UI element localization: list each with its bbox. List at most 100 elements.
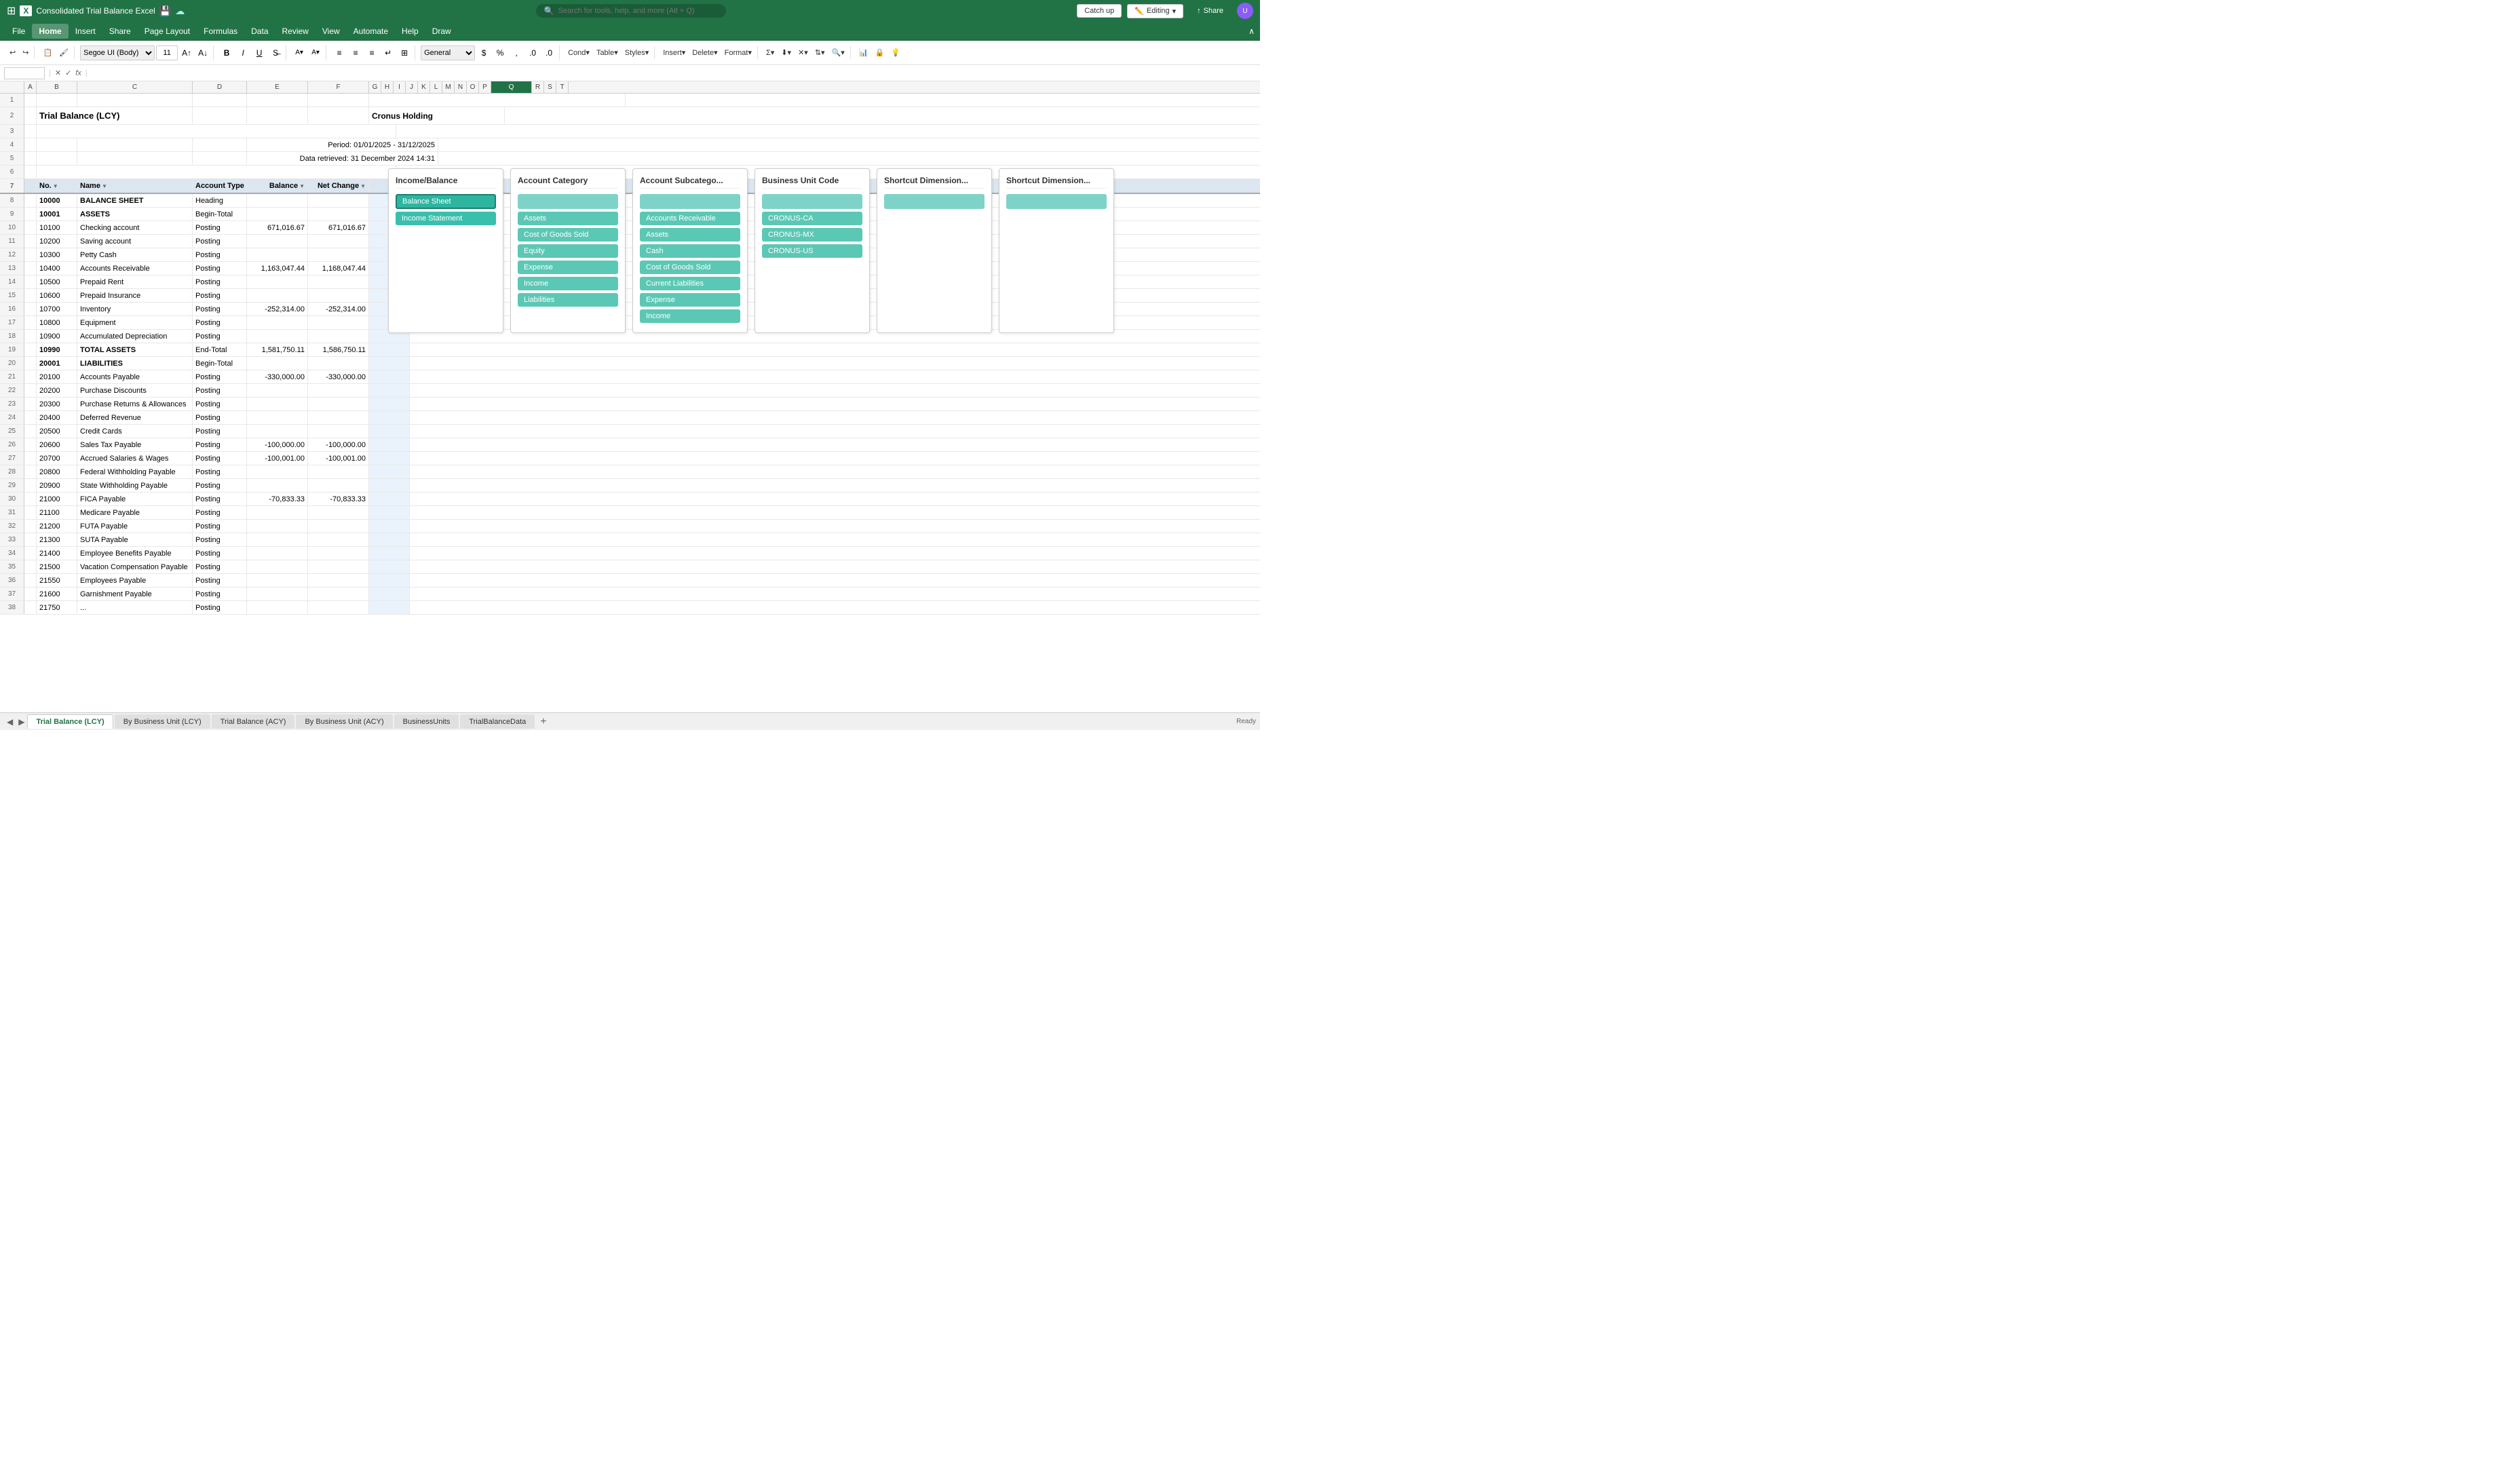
cell-a10[interactable] xyxy=(24,221,37,234)
filter-tag-3-1[interactable]: CRONUS-CA xyxy=(762,212,862,225)
cell-netchange-34[interactable] xyxy=(308,547,369,560)
filter-tag-1-5[interactable]: Income xyxy=(518,277,618,290)
cell-netchange-17[interactable] xyxy=(308,316,369,329)
cell-netchange-15[interactable] xyxy=(308,289,369,302)
number-format-selector[interactable]: General xyxy=(421,45,475,60)
col-header-r[interactable]: R xyxy=(532,81,544,93)
filter-tag-2-3[interactable]: Cash xyxy=(640,244,740,258)
cell-balance-24[interactable] xyxy=(247,411,308,424)
col-header-l[interactable]: L xyxy=(430,81,442,93)
cell-type-29[interactable]: Posting xyxy=(193,479,247,492)
cell-no-34[interactable]: 21400 xyxy=(37,547,77,560)
cell-a23[interactable] xyxy=(24,398,37,410)
tab-nav-left[interactable]: ◀ xyxy=(4,717,16,727)
cell-netchange-25[interactable] xyxy=(308,425,369,438)
cell-balance-34[interactable] xyxy=(247,547,308,560)
cell-balance-22[interactable] xyxy=(247,384,308,397)
percent-button[interactable]: % xyxy=(493,45,508,60)
filter-tag-2-7[interactable]: Income xyxy=(640,309,740,323)
align-center-button[interactable]: ≡ xyxy=(348,45,363,60)
cell-a37[interactable] xyxy=(24,588,37,600)
merge-button[interactable]: ⊞ xyxy=(397,45,412,60)
cell-a15[interactable] xyxy=(24,289,37,302)
cell-a34[interactable] xyxy=(24,547,37,560)
col-header-o[interactable]: O xyxy=(467,81,479,93)
filter-arrow-balance[interactable]: ▼ xyxy=(299,183,305,189)
col-header-m[interactable]: M xyxy=(442,81,455,93)
cell-name-16[interactable]: Inventory xyxy=(77,303,193,315)
cell-type-23[interactable]: Posting xyxy=(193,398,247,410)
cell-balance-10[interactable]: 671,016.67 xyxy=(247,221,308,234)
col-header-n[interactable]: N xyxy=(455,81,467,93)
editing-button[interactable]: ✏️ Editing ▾ xyxy=(1127,4,1183,18)
catchup-button[interactable]: Catch up xyxy=(1077,4,1122,18)
cell-q-34[interactable] xyxy=(369,547,410,560)
ideas-button[interactable]: 💡 xyxy=(888,46,903,59)
cell-netchange-11[interactable] xyxy=(308,235,369,248)
conditional-format-button[interactable]: Cond▾ xyxy=(565,46,592,59)
cell-no-36[interactable]: 21550 xyxy=(37,574,77,587)
cell-no-9[interactable]: 10001 xyxy=(37,208,77,220)
cell-netchange-19[interactable]: 1,586,750.11 xyxy=(308,343,369,356)
cell-no-13[interactable]: 10400 xyxy=(37,262,77,275)
cell-balance-12[interactable] xyxy=(247,248,308,261)
strikethrough-button[interactable]: S̶ xyxy=(268,45,283,60)
cell-q-21[interactable] xyxy=(369,370,410,383)
cell-q-36[interactable] xyxy=(369,574,410,587)
filter-tag-empty-4-0[interactable] xyxy=(884,194,985,209)
cell-q-27[interactable] xyxy=(369,452,410,465)
filter-tag-empty-3-0[interactable] xyxy=(762,194,862,209)
cell-a9[interactable] xyxy=(24,208,37,220)
cell-no-23[interactable]: 20300 xyxy=(37,398,77,410)
filter-tag-1-4[interactable]: Expense xyxy=(518,261,618,274)
cell-type-16[interactable]: Posting xyxy=(193,303,247,315)
cell-a35[interactable] xyxy=(24,560,37,573)
cancel-icon[interactable]: ✕ xyxy=(55,69,61,77)
cell-type-20[interactable]: Begin-Total xyxy=(193,357,247,370)
cell-name-21[interactable]: Accounts Payable xyxy=(77,370,193,383)
filter-tag-2-5[interactable]: Current Liabilities xyxy=(640,277,740,290)
sort-filter-button[interactable]: ⇅▾ xyxy=(812,46,828,59)
sheet-tab-1[interactable]: By Business Unit (LCY) xyxy=(115,714,210,729)
col-type-header[interactable]: Account Type ▼ xyxy=(193,179,247,193)
align-right-button[interactable]: ≡ xyxy=(364,45,379,60)
menu-file[interactable]: File xyxy=(5,24,32,39)
cell-no-11[interactable]: 10200 xyxy=(37,235,77,248)
filter-arrow-no[interactable]: ▼ xyxy=(53,183,58,189)
cell-type-15[interactable]: Posting xyxy=(193,289,247,302)
cell-balance-8[interactable] xyxy=(247,194,308,207)
cell-balance-13[interactable]: 1,163,047.44 xyxy=(247,262,308,275)
cell-a28[interactable] xyxy=(24,465,37,478)
currency-button[interactable]: $ xyxy=(476,45,491,60)
cell-d2[interactable] xyxy=(193,107,247,124)
menu-review[interactable]: Review xyxy=(275,24,316,39)
cell-q-33[interactable] xyxy=(369,533,410,546)
col-header-p[interactable]: P xyxy=(479,81,491,93)
cell-netchange-33[interactable] xyxy=(308,533,369,546)
cell-netchange-36[interactable] xyxy=(308,574,369,587)
cell-a8[interactable] xyxy=(24,194,37,207)
font-size-input[interactable] xyxy=(156,45,178,60)
format-cells-button[interactable]: Format▾ xyxy=(722,46,755,59)
cell-no-8[interactable]: 10000 xyxy=(37,194,77,207)
col-no-header[interactable]: No. ▼ xyxy=(37,179,77,193)
cell-d1[interactable] xyxy=(193,94,247,107)
menu-automate[interactable]: Automate xyxy=(347,24,395,39)
menu-help[interactable]: Help xyxy=(395,24,425,39)
filter-arrow-name[interactable]: ▼ xyxy=(102,183,107,189)
cell-name-15[interactable]: Prepaid Insurance xyxy=(77,289,193,302)
decrease-decimal-button[interactable]: .0 xyxy=(541,45,556,60)
cell-name-33[interactable]: SUTA Payable xyxy=(77,533,193,546)
format-painter-icon[interactable]: 🖌 xyxy=(56,46,71,59)
cell-name-14[interactable]: Prepaid Rent xyxy=(77,275,193,288)
cell-name-36[interactable]: Employees Payable xyxy=(77,574,193,587)
cell-balance-37[interactable] xyxy=(247,588,308,600)
cell-no-32[interactable]: 21200 xyxy=(37,520,77,533)
ribbon-collapse-icon[interactable]: ∧ xyxy=(1248,26,1255,36)
filter-tag-2-2[interactable]: Assets xyxy=(640,228,740,242)
comma-button[interactable]: , xyxy=(509,45,524,60)
cell-no-27[interactable]: 20700 xyxy=(37,452,77,465)
cell-no-26[interactable]: 20600 xyxy=(37,438,77,451)
cell-styles-button[interactable]: Styles▾ xyxy=(622,46,651,59)
cell-balance-29[interactable] xyxy=(247,479,308,492)
